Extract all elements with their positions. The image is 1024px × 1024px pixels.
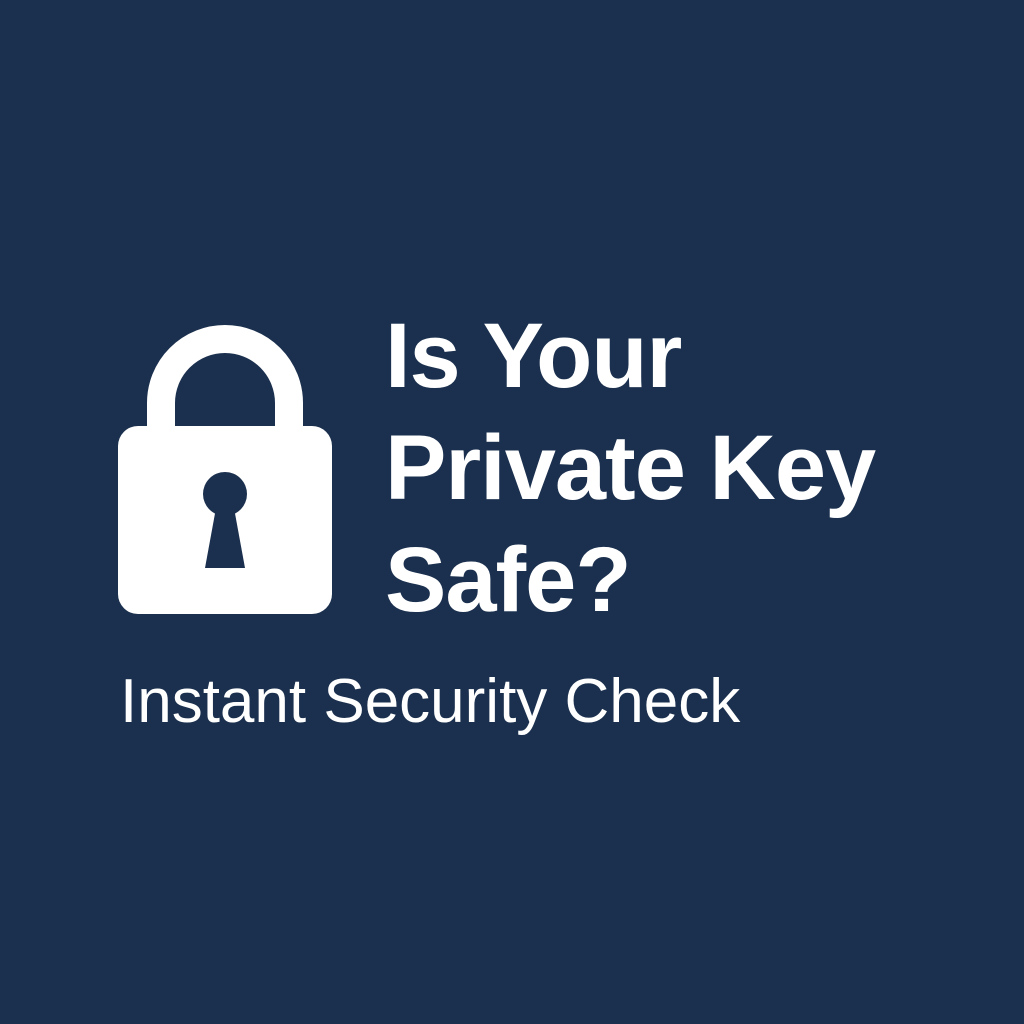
subtitle: Instant Security Check — [120, 667, 741, 736]
headline-line-3: Safe? — [385, 529, 632, 631]
padlock-shackle — [147, 325, 303, 430]
padlock-icon — [118, 325, 332, 614]
headline: Is Your Private Key Safe? — [385, 300, 1005, 636]
headline-line-2: Private Key — [385, 417, 876, 519]
headline-line-1: Is Your — [385, 305, 682, 407]
